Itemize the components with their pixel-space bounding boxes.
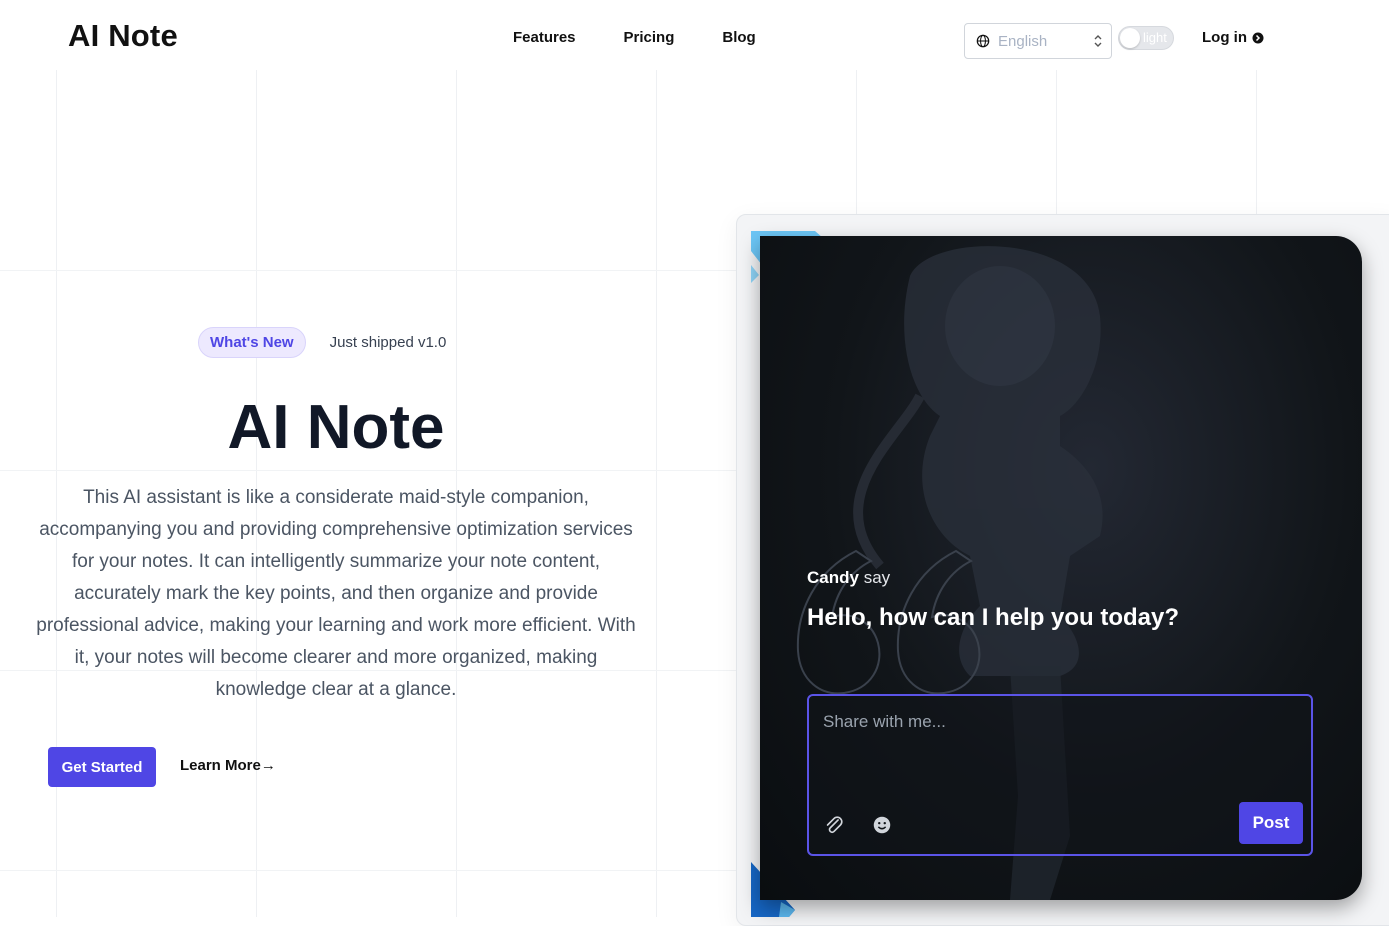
release-note: Just shipped v1.0: [329, 334, 447, 351]
learn-more-link[interactable]: Learn More→: [180, 757, 276, 774]
theme-toggle[interactable]: light: [1118, 26, 1174, 50]
login-label: Log in: [1202, 29, 1247, 46]
logo[interactable]: AI Note: [68, 18, 178, 54]
language-select[interactable]: English: [964, 23, 1112, 59]
login-link[interactable]: Log in: [1202, 29, 1264, 46]
arrow-right-circle-icon: [1252, 32, 1264, 43]
emoji-icon[interactable]: [871, 814, 893, 836]
message-input[interactable]: [821, 706, 1295, 738]
globe-icon: [976, 34, 990, 48]
main-nav: Features Pricing Blog: [513, 29, 756, 46]
theme-toggle-label: light: [1143, 30, 1167, 45]
speaker-verb: say: [863, 568, 891, 587]
top-header: AI Note Features Pricing Blog English li…: [0, 0, 1389, 76]
paperclip-icon[interactable]: [823, 814, 845, 836]
get-started-button[interactable]: Get Started: [48, 747, 156, 787]
assistant-greeting: Hello, how can I help you today?: [807, 604, 1180, 631]
hero-title: AI Note: [227, 393, 445, 462]
chevron-updown-icon: [1094, 35, 1102, 47]
chat-card: Candy say Hello, how can I help you toda…: [760, 236, 1362, 900]
whats-new-badge[interactable]: What's New: [198, 327, 306, 358]
nav-pricing[interactable]: Pricing: [624, 29, 675, 46]
speaker-line: Candy say: [807, 568, 890, 588]
nav-features[interactable]: Features: [513, 29, 576, 46]
nav-blog[interactable]: Blog: [722, 29, 755, 46]
toggle-knob: [1120, 28, 1140, 48]
speaker-name: Candy: [807, 568, 859, 587]
announcement-row: What's New Just shipped v1.0: [198, 327, 446, 358]
chat-composer: Post: [807, 694, 1313, 856]
language-value: English: [998, 32, 1048, 50]
post-button[interactable]: Post: [1239, 802, 1303, 844]
hero-description: This AI assistant is like a considerate …: [36, 487, 636, 700]
